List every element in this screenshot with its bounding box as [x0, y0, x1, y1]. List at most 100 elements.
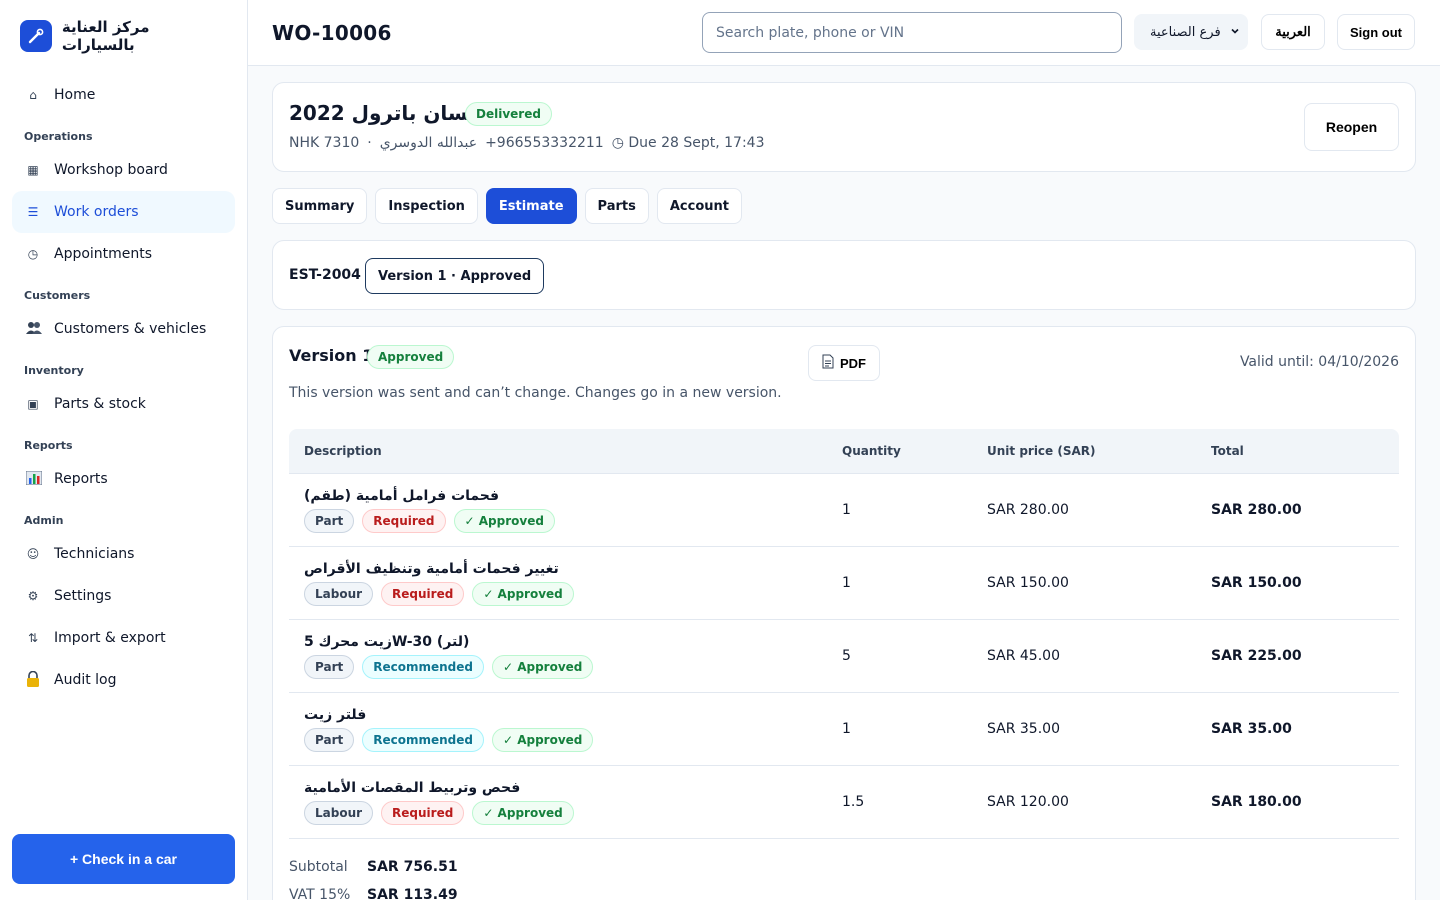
tab-estimate[interactable]: Estimate: [485, 188, 577, 224]
version-note: This version was sent and can’t change. …: [289, 385, 782, 401]
brand: مركز العناية بالسيارات: [0, 0, 247, 54]
customer-phone: +966553332211: [485, 135, 604, 151]
version-status-badge: Approved: [367, 345, 455, 369]
priority-badge: Required: [381, 800, 465, 825]
search-input[interactable]: [702, 12, 1122, 53]
approval-badge: ✓ Approved: [491, 654, 594, 679]
sidebar-item-reports[interactable]: Reports: [12, 458, 235, 500]
approval-badge: ✓ Approved: [491, 727, 594, 752]
table-row: زيت محرك 5W-30 (لتر) Part Recommended ✓ …: [289, 620, 1399, 693]
sign-out-button[interactable]: Sign out: [1337, 14, 1415, 50]
branch-select-value: فرع الصناعية: [1150, 24, 1221, 40]
sidebar-item-parts-stock[interactable]: ▣ Parts & stock: [12, 383, 235, 425]
unit-price-cell: SAR 45.00: [987, 648, 1060, 664]
unit-price-cell: SAR 280.00: [987, 502, 1069, 518]
total-cell: SAR 180.00: [1211, 794, 1302, 810]
subtotal-value: SAR 756.51: [367, 859, 458, 875]
approval-badge: ✓ Approved: [472, 800, 574, 825]
version-title: Version 1: [289, 346, 374, 365]
line-description: فحص وتربيط المقصات الأمامية: [304, 779, 521, 796]
brand-name: مركز العناية بالسيارات: [61, 18, 150, 54]
branch-select[interactable]: فرع الصناعية: [1134, 14, 1248, 50]
tab-account[interactable]: Account: [656, 188, 742, 224]
line-type-badge: Part: [304, 654, 355, 679]
line-description-cell: فحص وتربيط المقصات الأمامية Labour Requi…: [289, 780, 827, 825]
unit-price-cell: SAR 120.00: [987, 794, 1069, 810]
sidebar-item-label: Appointments: [54, 246, 153, 262]
table-row: فحمات فرامل أمامية (طقم) Part Required ✓…: [289, 474, 1399, 547]
priority-badge: Recommended: [362, 727, 484, 752]
estimate-card: EST-2004 Version 1 · Approved: [272, 240, 1416, 310]
table-row: فحص وتربيط المقصات الأمامية Labour Requi…: [289, 766, 1399, 839]
bar-chart-icon: [25, 470, 43, 488]
sidebar-item-settings[interactable]: ⚙ Settings: [12, 575, 235, 617]
line-type-badge: Labour: [304, 581, 374, 606]
table-header: Description Quantity Unit price (SAR) To…: [289, 429, 1399, 474]
line-type-badge: Part: [304, 508, 355, 533]
updown-arrows-icon: ⇅: [27, 631, 39, 645]
clock-icon: ◷: [27, 247, 39, 261]
quantity-cell: 1: [842, 502, 851, 518]
quantity-cell: 1.5: [842, 794, 865, 810]
line-type-badge: Labour: [304, 800, 374, 825]
vehicle-title: نيسان باترول 2022: [289, 101, 484, 125]
page-title: WO-10006: [272, 20, 392, 45]
check-in-car-button[interactable]: + Check in a car: [12, 834, 235, 884]
priority-badge: Required: [381, 581, 465, 606]
line-description: زيت محرك 5W-30 (لتر): [304, 633, 470, 650]
sidebar-item-label: Customers & vehicles: [54, 321, 207, 337]
tab-parts[interactable]: Parts: [584, 188, 649, 224]
wrench-icon: [20, 20, 52, 52]
lock-icon: [26, 670, 40, 690]
sidebar-section-customers: Customers: [24, 289, 91, 302]
plate-number: NHK 7310: [289, 135, 360, 151]
sidebar-item-label: Audit log: [54, 672, 117, 688]
quantity-cell: 1: [842, 721, 851, 737]
status-badge: Delivered: [465, 102, 552, 126]
total-cell: SAR 150.00: [1211, 575, 1302, 591]
tab-summary[interactable]: Summary: [272, 188, 368, 224]
line-description-cell: فحمات فرامل أمامية (طقم) Part Required ✓…: [289, 488, 827, 533]
unit-price-cell: SAR 150.00: [987, 575, 1069, 591]
tab-inspection[interactable]: Inspection: [375, 188, 478, 224]
sidebar-item-appointments[interactable]: ◷ Appointments: [12, 233, 235, 275]
sidebar-item-customers-vehicles[interactable]: Customers & vehicles: [12, 308, 235, 350]
line-description-cell: فلتر زيت Part Recommended ✓ Approved: [289, 707, 827, 752]
priority-badge: Required: [362, 508, 446, 533]
people-icon: [26, 321, 42, 338]
reopen-button[interactable]: Reopen: [1304, 103, 1399, 151]
sidebar-item-label: Work orders: [54, 204, 139, 220]
sidebar-section-operations: Operations: [24, 130, 93, 143]
sidebar-item-label: Reports: [54, 471, 108, 487]
version-selector[interactable]: Version 1 · Approved: [365, 258, 545, 294]
language-button[interactable]: العربية: [1261, 14, 1325, 50]
subtotal-row: Subtotal SAR 756.51: [289, 853, 458, 881]
home-icon: ⌂: [29, 88, 37, 102]
total-cell: SAR 225.00: [1211, 648, 1302, 664]
sidebar-item-audit-log[interactable]: Audit log: [12, 659, 235, 701]
line-description-cell: زيت محرك 5W-30 (لتر) Part Recommended ✓ …: [289, 634, 827, 679]
sidebar-item-workshop-board[interactable]: ▦ Workshop board: [12, 149, 235, 191]
line-description: فلتر زيت: [304, 706, 367, 723]
total-cell: SAR 35.00: [1211, 721, 1292, 737]
sidebar-item-work-orders[interactable]: ☰ Work orders: [12, 191, 235, 233]
version-card: Version 1 Approved PDF Valid until: 04/1…: [272, 326, 1416, 900]
line-description: فحمات فرامل أمامية (طقم): [304, 487, 500, 504]
pdf-button-label: PDF: [840, 355, 866, 371]
box-icon: ▣: [27, 397, 39, 411]
list-icon: ☰: [27, 205, 39, 219]
totals-summary: Subtotal SAR 756.51 VAT 15% SAR 113.49: [289, 853, 458, 900]
total-cell: SAR 280.00: [1211, 502, 1302, 518]
unit-price-cell: SAR 35.00: [987, 721, 1060, 737]
pdf-button[interactable]: PDF: [808, 345, 880, 381]
sidebar-item-technicians[interactable]: ☺ Technicians: [12, 533, 235, 575]
line-description: تغيير فحمات أمامية وتنظيف الأقراص: [304, 560, 559, 577]
sidebar: مركز العناية بالسيارات ⌂ Home Operations…: [0, 0, 248, 900]
sidebar-item-home[interactable]: ⌂ Home: [12, 74, 235, 116]
subtotal-label: Subtotal: [289, 859, 348, 875]
sidebar-item-label: Import & export: [54, 630, 166, 646]
sidebar-item-import-export[interactable]: ⇅ Import & export: [12, 617, 235, 659]
sidebar-item-label: Technicians: [54, 546, 135, 562]
estimate-table: Description Quantity Unit price (SAR) To…: [289, 429, 1399, 839]
estimate-id: EST-2004: [289, 267, 361, 283]
